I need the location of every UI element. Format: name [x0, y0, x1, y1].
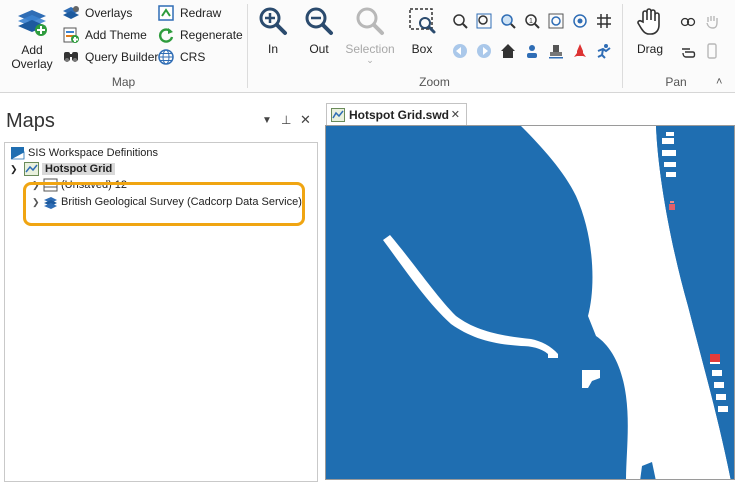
query-builder-label: Query Builder — [85, 50, 159, 64]
close-icon[interactable]: ✕ — [300, 112, 311, 128]
ribbon: Add Overlay Overlays Add Theme Query Bui… — [0, 0, 735, 93]
back-icon[interactable] — [450, 41, 470, 61]
grid-icon[interactable] — [594, 11, 614, 31]
zoom-box-button[interactable]: Box — [404, 6, 440, 56]
overlays-icon — [62, 4, 80, 22]
tree-root[interactable]: SIS Workspace Definitions — [10, 145, 158, 161]
inlet-channel — [383, 235, 558, 358]
hand-icon — [637, 8, 660, 35]
add-theme-icon — [62, 26, 80, 44]
add-overlay-label: Add Overlay — [11, 43, 53, 71]
zoom-box-label: Box — [411, 42, 433, 56]
regenerate-button[interactable]: Regenerate — [157, 25, 243, 45]
overlays-label: Overlays — [85, 6, 133, 20]
zoom-group-label: Zoom — [419, 75, 450, 89]
redraw-label: Redraw — [180, 6, 222, 20]
redraw-button[interactable]: Redraw — [157, 3, 221, 23]
rocket-icon[interactable] — [570, 41, 590, 61]
zoom-extent-icon[interactable] — [474, 11, 494, 31]
zoom-selection-icon — [356, 7, 384, 35]
add-overlay-button[interactable]: Add Overlay — [10, 6, 54, 71]
pan-point-icon[interactable] — [678, 41, 698, 61]
add-theme-button[interactable]: Add Theme — [62, 25, 147, 45]
crs-button[interactable]: CRS — [157, 47, 205, 67]
expanded-chevron-icon[interactable]: ❯ — [10, 164, 22, 175]
drag-label: Drag — [636, 42, 663, 56]
home-icon[interactable] — [498, 41, 518, 61]
zoom-selection-label: Selection — [345, 42, 395, 56]
map-doc-icon — [331, 107, 345, 122]
collapse-ribbon-icon[interactable]: ˄ — [716, 76, 722, 88]
tree-map-hotspot-grid[interactable]: ❯ Hotspot Grid — [10, 161, 116, 177]
stamp-icon[interactable] — [546, 41, 566, 61]
zoom-world-icon[interactable] — [498, 11, 518, 31]
zoom-out-label: Out — [309, 42, 329, 56]
drag-button[interactable]: Drag — [632, 6, 668, 56]
overlays-button[interactable]: Overlays — [62, 3, 132, 23]
zoom-in-icon — [259, 7, 287, 35]
close-tab-icon[interactable]: ✕ — [451, 108, 460, 121]
pan-hand-disabled-icon[interactable] — [702, 11, 722, 31]
svg-text:1: 1 — [529, 18, 533, 25]
pan-device-disabled-icon[interactable] — [702, 41, 722, 61]
zoom-previous-icon[interactable]: 1 — [522, 11, 542, 31]
zoom-out-icon — [305, 7, 333, 35]
jump-icon[interactable] — [594, 41, 614, 61]
map-view[interactable] — [325, 125, 735, 480]
query-builder-button[interactable]: Query Builder — [62, 47, 158, 67]
add-theme-label: Add Theme — [85, 28, 147, 42]
target-icon[interactable] — [570, 11, 590, 31]
zoom-in-label: In — [267, 42, 278, 56]
add-overlay-icon — [18, 10, 47, 36]
workspace-icon — [10, 147, 25, 160]
red-marker — [670, 201, 674, 203]
highlight-annotation — [23, 182, 305, 226]
crs-label: CRS — [180, 50, 206, 64]
globe-icon — [157, 48, 175, 66]
forward-icon[interactable] — [474, 41, 494, 61]
zoom-in-button[interactable]: In — [256, 6, 290, 56]
zoom-box-icon — [409, 8, 436, 34]
pin-icon[interactable]: ⊥ — [281, 113, 291, 127]
tree-root-label: SIS Workspace Definitions — [28, 147, 159, 159]
tree-map-label: Hotspot Grid — [42, 163, 116, 175]
map-group-label: Map — [111, 75, 136, 89]
zoom-hand-icon[interactable] — [450, 11, 470, 31]
query-builder-icon — [62, 48, 80, 66]
pan-group-label: Pan — [665, 75, 687, 89]
pan-hands-icon[interactable] — [678, 11, 698, 31]
map-canvas[interactable] — [326, 126, 735, 480]
panel-menu-icon[interactable]: ▼ — [262, 115, 272, 126]
document-tab[interactable]: Hotspot Grid.swd ✕ — [326, 103, 467, 125]
panel-title: Maps — [6, 110, 55, 132]
map-icon — [24, 162, 39, 176]
chevron-down-icon: ⌄ — [366, 55, 374, 65]
regenerate-icon — [157, 26, 175, 44]
regenerate-label: Regenerate — [180, 28, 243, 42]
person-icon[interactable] — [522, 41, 542, 61]
zoom-layer-icon[interactable] — [546, 11, 566, 31]
red-marker — [710, 354, 720, 362]
document-tab-label: Hotspot Grid.swd — [349, 107, 449, 122]
red-marker — [669, 204, 675, 210]
jetty-lower — [582, 370, 600, 388]
redraw-icon — [157, 4, 175, 22]
zoom-selection-button[interactable]: Selection ⌄ — [343, 6, 397, 65]
zoom-out-button[interactable]: Out — [302, 6, 336, 56]
